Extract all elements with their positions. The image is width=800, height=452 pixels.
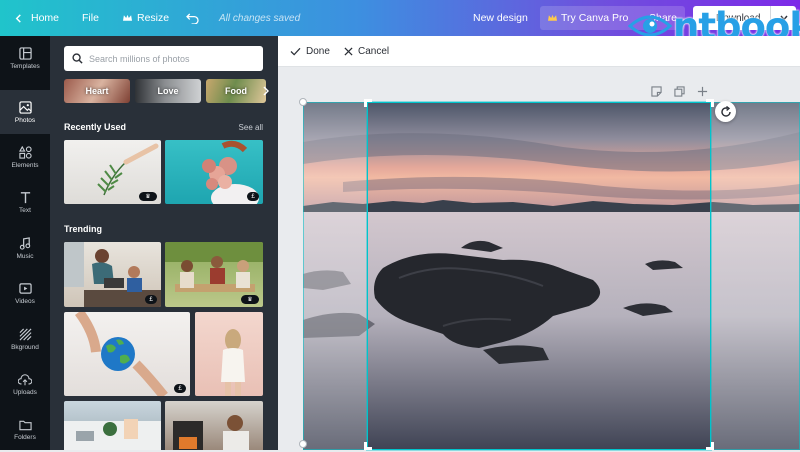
image-handle-top-left[interactable]	[299, 98, 307, 106]
check-icon	[290, 47, 301, 56]
trending-photo-cleaning[interactable]	[64, 401, 161, 450]
nav-photos[interactable]: Photos	[0, 90, 50, 134]
duplicate-icon	[673, 85, 685, 97]
paid-badge: £	[174, 384, 186, 393]
nav-uploads[interactable]: Uploads	[0, 363, 50, 407]
search-box[interactable]	[64, 46, 263, 71]
trending-photo-friends[interactable]: ♛	[165, 242, 263, 307]
chip-label: Heart	[85, 86, 109, 96]
recent-photo-leaf[interactable]: ♛	[64, 140, 161, 204]
home-label: Home	[31, 12, 60, 24]
chips-next-button[interactable]	[255, 79, 277, 103]
note-icon	[650, 85, 662, 97]
home-button[interactable]: Home	[14, 0, 59, 36]
nav-folders[interactable]: Folders	[0, 408, 50, 452]
photos-panel: Heart Love Food Recently Used See all ♛ …	[50, 36, 278, 450]
chip-label: Food	[225, 86, 247, 96]
trending-photo-workout[interactable]: £	[64, 242, 161, 307]
fireplace-image	[173, 415, 249, 450]
chip-love[interactable]: Love	[135, 79, 201, 103]
woman-image	[221, 329, 245, 396]
photos-icon	[18, 100, 32, 114]
nav-label: Photos	[14, 116, 36, 124]
background-icon	[19, 328, 31, 340]
paid-badge: £	[247, 192, 259, 201]
crop-frame[interactable]	[367, 102, 711, 450]
resize-label: Resize	[137, 12, 170, 24]
trending-photo-woman[interactable]	[195, 312, 263, 396]
nav-music[interactable]: Music	[0, 226, 50, 270]
nav-templates[interactable]: Templates	[0, 36, 50, 80]
save-status: All changes saved	[219, 12, 301, 24]
page-notes-button[interactable]	[649, 84, 663, 98]
pro-badge: ♛	[139, 192, 157, 201]
undo-icon	[186, 12, 199, 24]
nav-label: Music	[16, 252, 34, 260]
nav-label: Text	[19, 206, 31, 214]
add-page-button[interactable]	[695, 84, 709, 98]
trending-photo-globe[interactable]: £	[64, 312, 190, 396]
cleaning-image	[64, 419, 161, 450]
cancel-button[interactable]: Cancel	[344, 36, 389, 67]
see-all-link[interactable]: See all	[239, 123, 263, 132]
try-pro-label: Try Canva Pro	[561, 12, 629, 24]
chevron-left-icon	[15, 13, 21, 23]
text-icon	[20, 191, 30, 203]
crown-icon	[123, 14, 132, 21]
music-icon	[19, 236, 30, 250]
nav-background[interactable]: Bkground	[0, 317, 50, 361]
crop-handle-top-right[interactable]	[706, 99, 714, 107]
search-input[interactable]	[89, 53, 259, 64]
crop-handle-bottom-right[interactable]	[706, 442, 714, 450]
templates-icon	[18, 46, 32, 60]
plus-icon	[697, 86, 707, 96]
trending-heading: Trending	[64, 224, 102, 234]
nav-videos[interactable]: Videos	[0, 271, 50, 315]
cancel-label: Cancel	[358, 46, 390, 57]
new-design-button[interactable]: New design	[473, 0, 528, 36]
crop-toolbar: Done Cancel	[278, 36, 800, 67]
recent-photo-roses[interactable]: £	[165, 140, 263, 204]
nav-text[interactable]: Text	[0, 180, 50, 224]
rotate-button[interactable]	[715, 101, 736, 122]
elements-icon	[18, 145, 32, 159]
recently-used-heading: Recently Used	[64, 122, 127, 132]
nav-label: Folders	[14, 434, 36, 441]
close-icon	[344, 47, 353, 56]
globe-hands-image	[74, 312, 168, 396]
nav-label: Elements	[11, 161, 39, 169]
pro-badge: ♛	[241, 295, 259, 304]
crop-handle-top-left[interactable]	[364, 99, 372, 107]
resize-button[interactable]: Resize	[123, 0, 169, 36]
paid-badge: £	[145, 295, 157, 304]
nav-elements[interactable]: Elements	[0, 135, 50, 179]
rotate-icon	[720, 105, 731, 117]
done-button[interactable]: Done	[290, 36, 330, 67]
crop-handle-bottom-left[interactable]	[364, 442, 372, 450]
file-menu[interactable]: File	[82, 0, 99, 36]
chevron-right-icon	[263, 86, 269, 96]
trending-photo-fireplace[interactable]	[165, 401, 263, 450]
videos-icon	[18, 282, 32, 294]
duplicate-page-button[interactable]	[672, 84, 686, 98]
search-icon	[72, 53, 83, 64]
image-handle-bottom-left[interactable]	[299, 440, 307, 448]
nav-label: Uploads	[13, 389, 37, 396]
crown-icon	[548, 14, 557, 21]
folders-icon	[18, 420, 32, 431]
nav-label: Bkground	[11, 343, 39, 351]
nav-label: Videos	[15, 297, 35, 305]
side-nav: Templates Photos Elements Text Music Vid…	[0, 36, 50, 450]
chip-heart[interactable]: Heart	[64, 79, 130, 103]
nav-label: Templates	[10, 62, 40, 70]
done-label: Done	[306, 46, 330, 57]
undo-button[interactable]	[186, 0, 199, 36]
chip-label: Love	[157, 86, 179, 96]
uploads-icon	[18, 374, 32, 386]
